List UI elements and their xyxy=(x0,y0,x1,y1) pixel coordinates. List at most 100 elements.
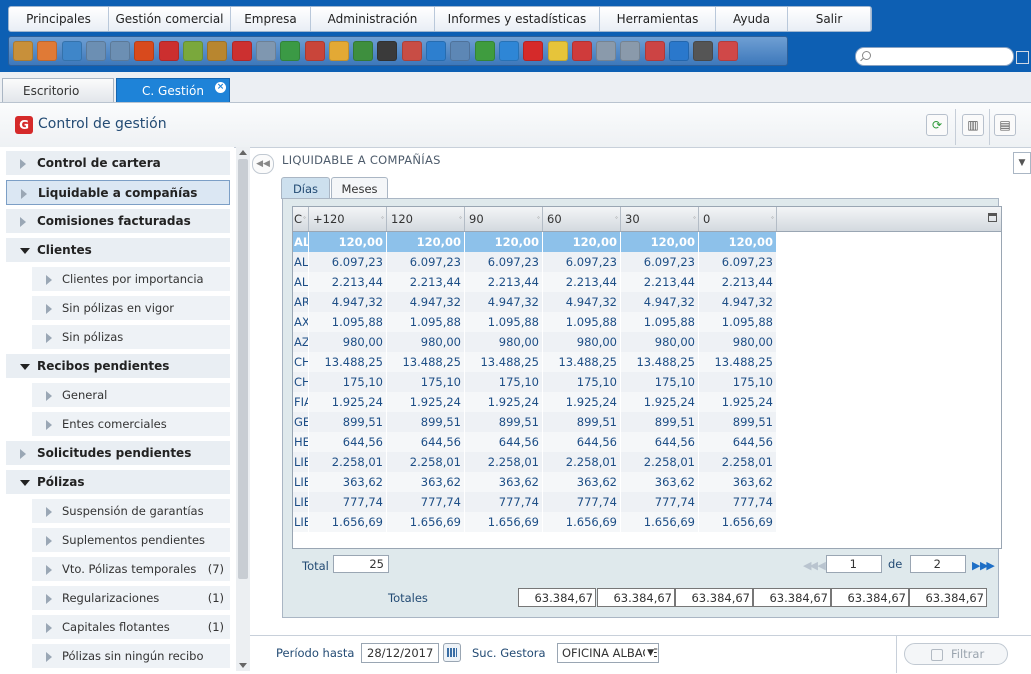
table-row[interactable]: CH13.488,2513.488,2513.488,2513.488,2513… xyxy=(293,352,777,372)
menu-7[interactable]: Ayuda xyxy=(716,7,788,31)
document-icon[interactable] xyxy=(596,41,617,61)
tab-dias[interactable]: Días xyxy=(281,177,330,199)
table-row[interactable]: CH175,10175,10175,10175,10175,10175,10 xyxy=(293,372,777,392)
sidebar-item-14[interactable]: Suplementos pendientes xyxy=(32,528,230,553)
flag-icon[interactable] xyxy=(353,41,374,61)
person-euro-icon[interactable] xyxy=(401,41,422,61)
target-icon[interactable] xyxy=(158,41,179,61)
tab-list-dropdown-icon[interactable]: ▼ xyxy=(1013,152,1031,174)
euro-green-icon[interactable] xyxy=(474,41,495,61)
alarm-icon[interactable] xyxy=(231,41,252,61)
sidebar-item-6[interactable]: Sin pólizas en vigor xyxy=(32,296,230,321)
column-header[interactable]: 60 ° xyxy=(543,207,621,231)
table-row[interactable]: GE 899,51 899,51 899,51 899,51 899,51 899,51 xyxy=(293,412,777,432)
refresh-button[interactable]: ⟳ xyxy=(926,114,948,136)
sidebar-item-18[interactable]: Pólizas sin ningún recibo xyxy=(32,644,230,669)
window-icon[interactable] xyxy=(85,41,106,61)
column-header[interactable]: 0 ° xyxy=(699,207,777,231)
table-row[interactable]: AL 6.097,23 6.097,23 6.097,23 6.097,23 6.097,… xyxy=(293,252,777,272)
box-icon[interactable] xyxy=(13,41,33,61)
column-header[interactable]: C ° xyxy=(293,207,309,231)
close-tab-icon[interactable]: × xyxy=(215,82,226,93)
table-row[interactable]: AX 1.095,88 1.095,88 1.095,88 1.095,88 1.095,… xyxy=(293,312,777,332)
sidebar-item-2[interactable]: Liquidable a compañías xyxy=(6,180,230,205)
table-row[interactable]: LIE1.656,691.656,691.656,691.656,691.656… xyxy=(293,512,777,532)
sidebar-item-11[interactable]: Solicitudes pendientes xyxy=(6,441,230,466)
card-icon[interactable] xyxy=(571,41,592,61)
window-split-icon[interactable] xyxy=(110,41,131,61)
table-row[interactable]: AL 120,00 120,00 120,00 120,00 120,00 120,00 xyxy=(293,232,777,252)
briefcase-icon[interactable] xyxy=(207,41,228,61)
maximize-grid-icon[interactable] xyxy=(988,213,997,222)
sidebar-item-12[interactable]: Pólizas xyxy=(6,470,230,495)
scroll-thumb[interactable] xyxy=(238,159,248,579)
sidebar-item-16[interactable]: Regularizaciones (1) xyxy=(32,586,230,611)
lightbulb-person-icon[interactable] xyxy=(328,41,349,61)
print-button[interactable]: ▤ xyxy=(994,114,1016,136)
search-input[interactable] xyxy=(874,49,1008,64)
search-box[interactable] xyxy=(855,47,1014,66)
menu-5[interactable]: Informes y estadísticas xyxy=(435,7,600,31)
restore-window-icon[interactable] xyxy=(1016,51,1029,64)
menu-3[interactable]: Empresa xyxy=(231,7,311,31)
menu-1[interactable]: Principales xyxy=(9,7,109,31)
period-date-input[interactable]: 28/12/2017 xyxy=(361,643,439,663)
filter-button[interactable]: Filtrar xyxy=(904,643,1008,665)
page-input[interactable]: 1 xyxy=(826,555,882,573)
sidebar-item-15[interactable]: Vto. Pólizas temporales (7) xyxy=(32,557,230,582)
menu-4[interactable]: Administración xyxy=(311,7,435,31)
tab-meses[interactable]: Meses xyxy=(331,177,388,199)
fire-icon[interactable] xyxy=(134,41,155,61)
table-row[interactable]: HE 644,56 644,56 644,56 644,56 644,56 644,56 xyxy=(293,432,777,452)
sidebar-item-8[interactable]: Recibos pendientes xyxy=(6,354,230,379)
column-header[interactable]: +120 ° xyxy=(309,207,387,231)
prev-page-icon[interactable]: ◀◀ ◀ xyxy=(803,559,826,572)
bulb-icon[interactable] xyxy=(547,41,568,61)
sidebar-item-3[interactable]: Comisiones facturadas xyxy=(6,209,230,234)
table-row[interactable]: FIA1.925,241.925,241.925,241.925,241.925… xyxy=(293,392,777,412)
euro-dark-icon[interactable] xyxy=(377,41,398,61)
report-icon[interactable] xyxy=(644,41,665,61)
sidebar-item-7[interactable]: Sin pólizas xyxy=(32,325,230,350)
euro-blue-icon[interactable] xyxy=(426,41,447,61)
sidebar-item-13[interactable]: Suspensión de garantías xyxy=(32,499,230,524)
help-icon[interactable] xyxy=(717,41,738,61)
user-blue-icon[interactable] xyxy=(61,41,82,61)
columns-button[interactable]: ▥ xyxy=(962,114,984,136)
euro-arrow-icon[interactable] xyxy=(450,41,471,61)
tools-icon[interactable] xyxy=(693,41,714,61)
menu-6[interactable]: Herramientas xyxy=(600,7,716,31)
building-icon[interactable] xyxy=(280,41,301,61)
scroll-up-icon[interactable] xyxy=(239,150,247,155)
money-icon[interactable] xyxy=(183,41,204,61)
sidebar-item-5[interactable]: Clientes por importancia xyxy=(32,267,230,292)
printer-doc-icon[interactable] xyxy=(620,41,641,61)
pen-icon[interactable] xyxy=(669,41,690,61)
g-logo-icon[interactable] xyxy=(523,41,544,61)
sidebar-scrollbar[interactable] xyxy=(236,147,250,671)
sidebar-item-1[interactable]: Control de cartera xyxy=(6,151,230,176)
table-row[interactable]: LIE363,62363,62363,62363,62363,62363,62 xyxy=(293,472,777,492)
sync-icon[interactable] xyxy=(498,41,519,61)
person-red-icon[interactable] xyxy=(304,41,325,61)
table-row[interactable]: AZ 980,00 980,00 980,00 980,00 980,00 980,00 xyxy=(293,332,777,352)
menu-2[interactable]: Gestión comercial xyxy=(109,7,231,31)
sidebar-item-4[interactable]: Clientes xyxy=(6,238,230,263)
tab-c-gestion[interactable]: C. Gestión × xyxy=(116,78,230,102)
mail-icon[interactable] xyxy=(255,41,276,61)
sidebar-item-10[interactable]: Entes comerciales xyxy=(32,412,230,437)
column-header[interactable]: 30 ° xyxy=(621,207,699,231)
column-header[interactable]: 90 ° xyxy=(465,207,543,231)
table-row[interactable]: LIE777,74777,74777,74777,74777,74777,74 xyxy=(293,492,777,512)
table-row[interactable]: AL 2.213,44 2.213,44 2.213,44 2.213,44 2.213,… xyxy=(293,272,777,292)
sidebar-item-17[interactable]: Capitales flotantes (1) xyxy=(32,615,230,640)
scroll-down-icon[interactable] xyxy=(239,663,247,668)
table-row[interactable]: AR 4.947,32 4.947,32 4.947,32 4.947,32 4.947,… xyxy=(293,292,777,312)
table-row[interactable]: LIE2.258,012.258,012.258,012.258,012.258… xyxy=(293,452,777,472)
next-page-icon[interactable]: ▶ ▶▶ xyxy=(972,559,995,572)
collapse-sidebar-icon[interactable]: ◀◀ xyxy=(252,154,274,174)
menu-8[interactable]: Salir xyxy=(788,7,871,31)
sidebar-item-9[interactable]: General xyxy=(32,383,230,408)
column-header[interactable]: 120 ° xyxy=(387,207,465,231)
calendar-icon[interactable] xyxy=(443,643,461,662)
